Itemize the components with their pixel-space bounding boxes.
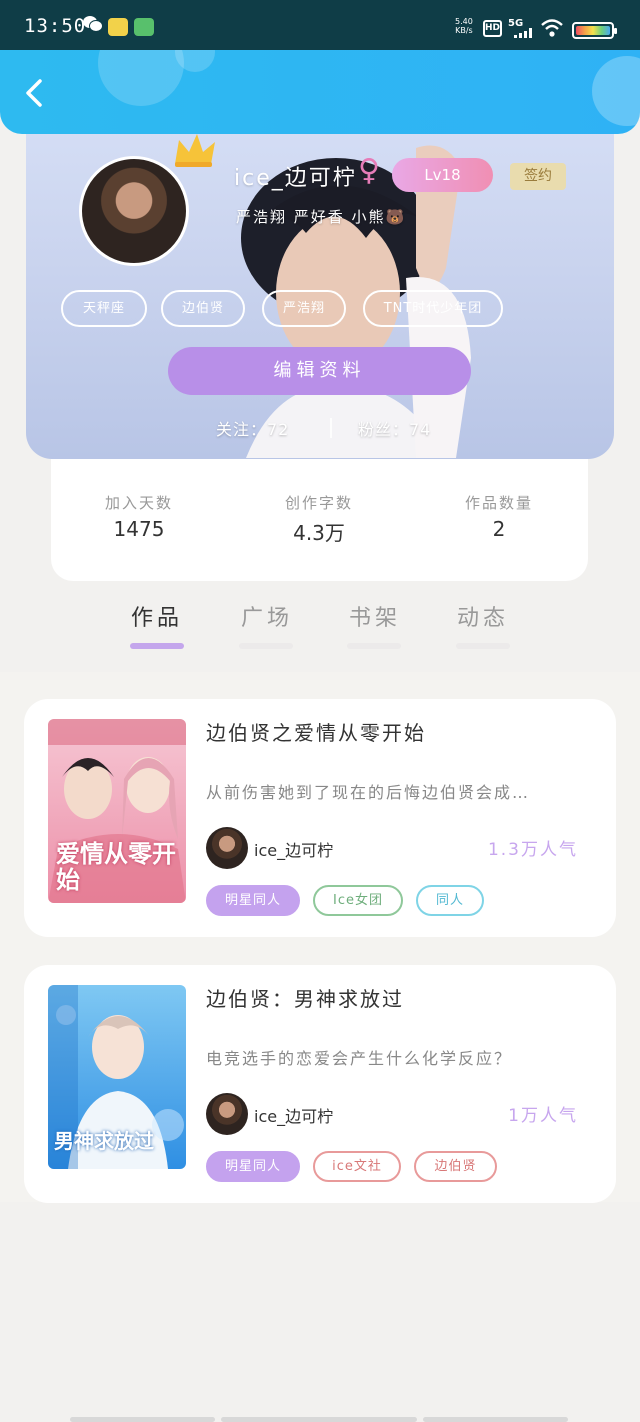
username: ice_边可柠 bbox=[234, 166, 357, 191]
profile-card: ice_边可柠 ♀ Lv18 签约 严浩翔 严好香 小熊🐻 天秤座 边伯贤 严浩… bbox=[26, 118, 614, 459]
stat-value: 1475 bbox=[113, 517, 165, 541]
stat-value: 2 bbox=[492, 517, 506, 541]
book-popularity: 1.3万人气 bbox=[487, 840, 578, 860]
status-time: 13:50 bbox=[24, 15, 87, 37]
book-tag[interactable]: 边伯贤 bbox=[414, 1151, 497, 1182]
edit-profile-button[interactable]: 编辑资料 bbox=[168, 347, 471, 395]
battery-icon bbox=[572, 22, 617, 39]
profile-tag[interactable]: 严浩翔 bbox=[262, 290, 346, 327]
fans-count[interactable]: 粉丝：74 bbox=[358, 416, 431, 440]
notification-app-icon bbox=[108, 18, 128, 36]
stat-value: 4.3万 bbox=[293, 521, 345, 545]
hd-icon: HD bbox=[483, 20, 502, 37]
book-card[interactable]: 爱情从零开始 边伯贤之爱情从零开始 从前伤害她到了现在的后悔边伯贤会成… ice… bbox=[24, 699, 616, 937]
signed-badge: 签约 bbox=[510, 163, 566, 190]
stat-label: 创作字数 bbox=[284, 494, 353, 512]
cover-title: 男神求放过 bbox=[54, 1129, 154, 1153]
back-button[interactable] bbox=[18, 76, 52, 110]
book-author[interactable]: ice_边可柠 bbox=[254, 837, 333, 861]
tab-activity[interactable]: 动态 bbox=[438, 600, 528, 632]
book-title[interactable]: 边伯贤：男神求放过 bbox=[206, 983, 404, 1012]
avatar[interactable] bbox=[79, 156, 189, 266]
book-tag[interactable]: 明星同人 bbox=[206, 1151, 300, 1182]
tab-square[interactable]: 广场 bbox=[222, 600, 312, 632]
author-avatar[interactable] bbox=[206, 1093, 248, 1135]
book-popularity: 1万人气 bbox=[508, 1106, 578, 1126]
stat-word-count: 创作字数 4.3万 bbox=[239, 492, 399, 546]
signal-icon bbox=[514, 28, 534, 38]
status-bar: 13:50 5.40 KB/s HD 5G bbox=[0, 0, 640, 50]
following-count[interactable]: 关注：72 bbox=[216, 416, 289, 440]
tab-indicator bbox=[456, 643, 510, 649]
book-tag[interactable]: 同人 bbox=[416, 885, 484, 916]
book-tag[interactable]: Ice女团 bbox=[313, 885, 403, 916]
tab-indicator bbox=[347, 643, 401, 649]
stat-label: 作品数量 bbox=[464, 494, 533, 512]
book-author[interactable]: ice_边可柠 bbox=[254, 1103, 333, 1127]
book-tag[interactable]: ice文社 bbox=[313, 1151, 401, 1182]
decor-bubble bbox=[98, 50, 184, 106]
stat-label: 加入天数 bbox=[104, 494, 173, 512]
tab-works[interactable]: 作品 bbox=[112, 600, 202, 632]
network-speed: 5.40 KB/s bbox=[455, 17, 473, 35]
book-title[interactable]: 边伯贤之爱情从零开始 bbox=[206, 717, 426, 746]
top-header bbox=[0, 50, 640, 134]
wechat-icon bbox=[82, 14, 103, 32]
book-description: 从前伤害她到了现在的后悔边伯贤会成… bbox=[206, 783, 531, 802]
divider bbox=[330, 418, 332, 438]
book-card[interactable]: 男神求放过 边伯贤：男神求放过 电竞选手的恋爱会产生什么化学反应？ ice_边可… bbox=[24, 965, 616, 1203]
nav-gesture-bar[interactable] bbox=[221, 1417, 417, 1422]
crown-icon bbox=[171, 130, 219, 170]
stat-works-count: 作品数量 2 bbox=[419, 492, 579, 541]
profile-bio: 严浩翔 严好香 小熊🐻 bbox=[236, 208, 407, 226]
cover-title: 爱情从零开始 bbox=[56, 840, 176, 894]
book-tag[interactable]: 明星同人 bbox=[206, 885, 300, 916]
decor-bubble bbox=[592, 56, 640, 126]
tab-indicator bbox=[239, 643, 293, 649]
female-icon: ♀ bbox=[358, 153, 380, 188]
stat-join-days: 加入天数 1475 bbox=[59, 492, 219, 541]
nav-gesture-bar[interactable] bbox=[423, 1417, 568, 1422]
chevron-left-icon bbox=[26, 79, 42, 107]
book-cover[interactable]: 爱情从零开始 bbox=[48, 719, 186, 903]
profile-tag[interactable]: TNT时代少年团 bbox=[363, 290, 503, 327]
tab-indicator bbox=[130, 643, 184, 649]
profile-tag[interactable]: 边伯贤 bbox=[161, 290, 245, 327]
wifi-icon bbox=[540, 18, 564, 38]
book-cover[interactable]: 男神求放过 bbox=[48, 985, 186, 1169]
stats-card: 加入天数 1475 创作字数 4.3万 作品数量 2 bbox=[51, 440, 588, 581]
nav-gesture-bar[interactable] bbox=[70, 1417, 215, 1422]
profile-tag[interactable]: 天秤座 bbox=[61, 290, 147, 327]
notification-video-icon bbox=[134, 18, 154, 36]
level-badge: Lv18 bbox=[392, 158, 493, 192]
book-description: 电竞选手的恋爱会产生什么化学反应？ bbox=[206, 1049, 513, 1068]
author-avatar[interactable] bbox=[206, 827, 248, 869]
tab-bookshelf[interactable]: 书架 bbox=[330, 600, 420, 632]
